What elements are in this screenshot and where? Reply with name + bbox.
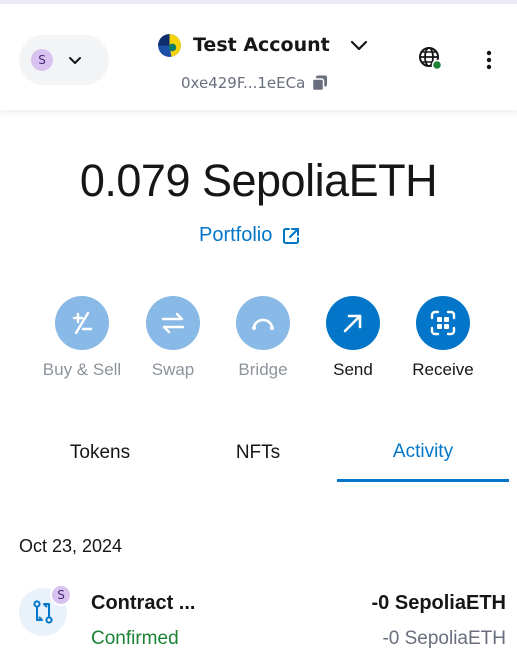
tx-amount-secondary: -0 SepoliaETH xyxy=(382,628,506,649)
bridge-button[interactable]: Bridge xyxy=(218,296,308,380)
swap-button[interactable]: Swap xyxy=(128,296,218,380)
swap-circle xyxy=(146,296,200,350)
contract-interaction-icon xyxy=(33,600,53,624)
tab-activity[interactable]: Activity xyxy=(337,424,509,482)
bridge-icon xyxy=(252,318,274,330)
send-arrow-icon xyxy=(343,314,362,333)
buy-sell-icon xyxy=(72,311,93,335)
copy-icon[interactable] xyxy=(311,74,329,92)
buy-sell-label: Buy & Sell xyxy=(42,360,122,379)
asset-tabs: Tokens NFTs Activity xyxy=(0,424,517,482)
account-name: Test Account xyxy=(193,34,330,56)
activity-date-header: Oct 23, 2024 xyxy=(19,536,123,556)
network-picker-button[interactable]: S xyxy=(19,35,109,85)
account-identicon xyxy=(158,33,181,57)
activity-list-item[interactable]: S Contract ... Confirmed -0 SepoliaETH -… xyxy=(0,580,517,660)
bridge-label: Bridge xyxy=(238,360,288,379)
kebab-menu-icon[interactable] xyxy=(479,48,499,72)
receive-button[interactable]: Receive xyxy=(398,296,488,380)
swap-label: Swap xyxy=(151,360,195,379)
qr-scan-icon xyxy=(430,310,456,336)
buy-sell-circle xyxy=(55,296,109,350)
network-avatar: S xyxy=(31,49,53,71)
balance-display: 0.079 SepoliaETH xyxy=(79,155,438,206)
external-link-icon xyxy=(283,227,300,244)
buy-sell-button[interactable]: Buy & Sell xyxy=(37,296,127,380)
portfolio-label: Portfolio xyxy=(199,224,273,246)
chevron-down-icon xyxy=(69,57,81,64)
tx-amount: -0 SepoliaETH xyxy=(371,592,506,614)
account-menu-button[interactable]: Test Account xyxy=(158,30,370,60)
send-circle xyxy=(326,296,380,350)
tab-nfts[interactable]: NFTs xyxy=(172,424,344,482)
app-header: S Test Account 0xe429F...1eECa xyxy=(0,4,517,110)
tx-title: Contract ... xyxy=(91,592,196,614)
tx-icon-wrapper: S xyxy=(19,584,72,638)
portfolio-link[interactable]: Portfolio xyxy=(199,224,301,247)
chevron-down-icon xyxy=(350,40,367,51)
receive-circle xyxy=(416,296,470,350)
bridge-circle xyxy=(236,296,290,350)
account-address: 0xe429F...1eECa xyxy=(181,74,306,92)
send-label: Send xyxy=(333,360,373,379)
account-address-row[interactable]: 0xe429F...1eECa xyxy=(181,74,329,92)
tab-tokens[interactable]: Tokens xyxy=(14,424,186,482)
tx-status: Confirmed xyxy=(91,628,179,649)
receive-label: Receive xyxy=(412,360,474,379)
swap-icon xyxy=(161,312,185,334)
globe-icon[interactable] xyxy=(418,46,442,70)
send-button[interactable]: Send xyxy=(308,296,398,380)
tx-network-badge: S xyxy=(50,584,72,606)
